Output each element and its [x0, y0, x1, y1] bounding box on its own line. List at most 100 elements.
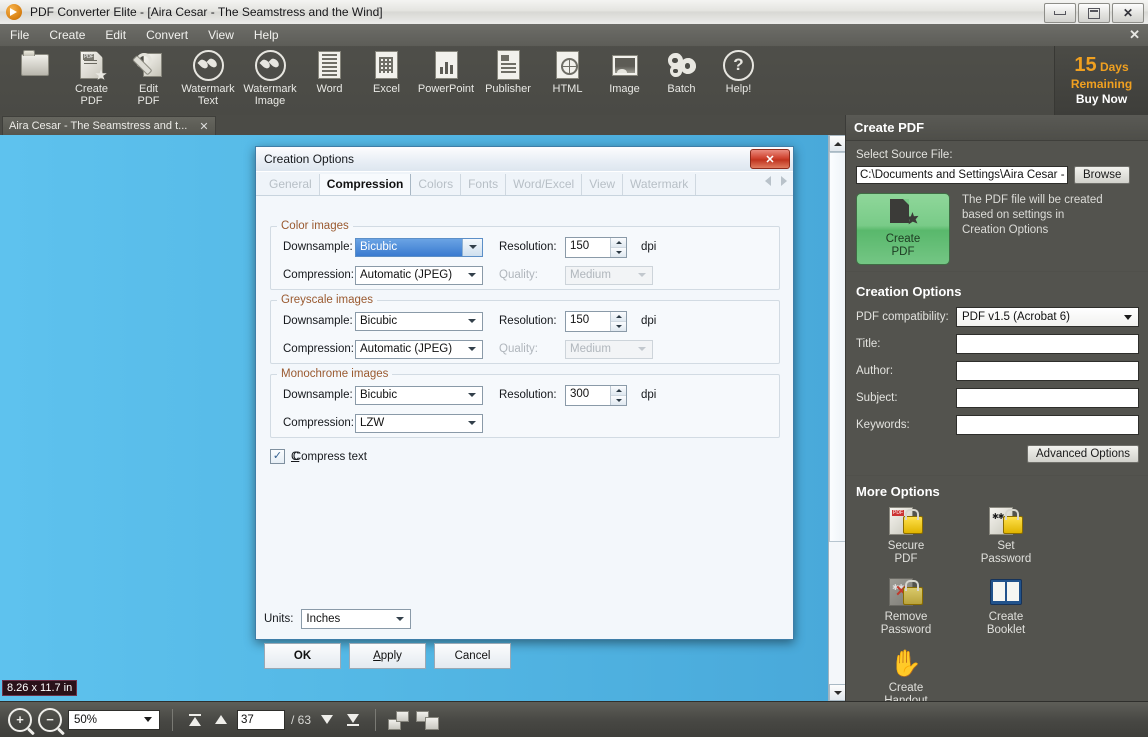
ok-button[interactable]: OK — [264, 643, 341, 669]
first-page-button[interactable] — [185, 709, 205, 731]
tab-general[interactable]: General — [262, 174, 320, 195]
document-tab-close-icon[interactable]: ✕ — [199, 120, 208, 133]
toolbar-open[interactable] — [6, 46, 63, 116]
remove-password-option[interactable]: ✱✱ ✕ Remove Password — [856, 578, 956, 637]
tab-scroll-right-icon[interactable] — [781, 176, 787, 186]
monochrome-downsample-select[interactable]: Bicubic — [355, 385, 483, 405]
author-input[interactable] — [956, 361, 1139, 381]
tab-compression[interactable]: Compression — [319, 174, 412, 195]
maximize-button[interactable] — [1078, 3, 1110, 23]
next-page-button[interactable] — [317, 709, 337, 731]
creation-options-section: Creation Options PDF compatibility: PDF … — [846, 272, 1148, 476]
toolbar-powerpoint-label: PowerPoint — [417, 83, 475, 95]
compress-text-row[interactable]: ✓ CCompress text — [270, 449, 367, 464]
greyscale-downsample-select[interactable]: Bicubic — [355, 311, 483, 331]
scroll-down-button[interactable] — [829, 684, 846, 701]
close-button[interactable]: ✕ — [1112, 3, 1144, 23]
cancel-button[interactable]: Cancel — [434, 643, 511, 669]
menu-convert[interactable]: Convert — [136, 26, 198, 44]
zoom-level-value: 50% — [74, 713, 98, 726]
greyscale-dpi-label: dpi — [641, 315, 657, 327]
zoom-level-select[interactable]: 50% — [68, 709, 160, 730]
close-document-icon[interactable]: ✕ — [1129, 27, 1140, 43]
menu-help[interactable]: Help — [244, 26, 289, 44]
tab-word-excel[interactable]: Word/Excel — [506, 174, 583, 195]
spinner-up-icon[interactable] — [611, 385, 626, 396]
source-file-input[interactable]: C:\Documents and Settings\Aira Cesar - T… — [856, 166, 1068, 184]
spinner-up-icon[interactable] — [611, 237, 626, 248]
color-compression-select[interactable]: Automatic (JPEG) — [355, 265, 483, 285]
subject-row: Subject: — [856, 388, 1139, 408]
greyscale-compression-select[interactable]: Automatic (JPEG) — [355, 339, 483, 359]
title-input[interactable] — [956, 334, 1139, 354]
remove-password-label-2: Password — [880, 624, 932, 636]
menu-edit[interactable]: Edit — [95, 26, 136, 44]
tab-scroll-left-icon[interactable] — [765, 176, 771, 186]
greyscale-resolution-spinner[interactable]: 150 — [565, 310, 627, 332]
greyscale-quality-select: Medium — [565, 339, 653, 359]
trial-days-word: Days — [1099, 59, 1129, 74]
spinner-down-icon[interactable] — [611, 247, 626, 257]
trial-days: 15 — [1074, 53, 1097, 76]
spinner-down-icon[interactable] — [611, 395, 626, 405]
trial-badge[interactable]: 15 Days Remaining Buy Now — [1054, 46, 1148, 115]
toolbar-excel[interactable]: Excel — [358, 46, 415, 116]
powerpoint-icon — [434, 50, 458, 80]
set-password-option[interactable]: ✱✱ Set Password — [956, 507, 1056, 566]
zoom-in-icon[interactable]: + — [8, 707, 32, 732]
monochrome-compression-select[interactable]: LZW — [355, 413, 483, 433]
tab-colors[interactable]: Colors — [411, 174, 462, 195]
create-booklet-option[interactable]: Create Booklet — [956, 578, 1056, 637]
tab-watermark[interactable]: Watermark — [623, 174, 697, 195]
tab-view[interactable]: View — [582, 174, 624, 195]
buy-now-button[interactable]: Buy Now — [1076, 91, 1127, 107]
chevron-down-icon — [396, 617, 405, 621]
single-page-view-button[interactable] — [388, 710, 410, 730]
toolbar-create-pdf[interactable]: PDF Create PDF — [63, 46, 120, 116]
menu-create[interactable]: Create — [39, 26, 95, 44]
tab-fonts[interactable]: Fonts — [461, 174, 507, 195]
toolbar-powerpoint[interactable]: PowerPoint — [415, 46, 477, 116]
secure-pdf-option[interactable]: PDF Secure PDF — [856, 507, 956, 566]
toolbar-watermark-text[interactable]: Watermark Text — [177, 46, 239, 116]
toolbar-word[interactable]: Word — [301, 46, 358, 116]
advanced-options-button[interactable]: Advanced Options — [1027, 445, 1139, 463]
last-page-button[interactable] — [343, 709, 363, 731]
compress-text-checkbox[interactable]: ✓ — [270, 449, 285, 464]
create-handout-option[interactable]: ✋ Create Handout — [856, 649, 956, 708]
chevron-down-icon — [468, 393, 476, 397]
vertical-scrollbar[interactable] — [828, 135, 846, 701]
spinner-up-icon[interactable] — [611, 311, 626, 322]
browse-button[interactable]: Browse — [1074, 166, 1131, 184]
dialog-close-button[interactable]: ✕ — [750, 149, 790, 169]
units-select[interactable]: Inches — [301, 609, 412, 629]
keywords-input[interactable] — [956, 415, 1139, 435]
toolbar-batch[interactable]: Batch — [653, 46, 710, 116]
toolbar-edit-pdf-label-2: PDF — [137, 95, 160, 107]
toolbar-help[interactable]: ? Help! — [710, 46, 767, 116]
monochrome-resolution-spinner[interactable]: 300 — [565, 384, 627, 406]
apply-button[interactable]: Apply — [349, 643, 426, 669]
menu-file[interactable]: File — [0, 26, 39, 44]
toolbar-edit-pdf[interactable]: Edit PDF — [120, 46, 177, 116]
pdf-compatibility-select[interactable]: PDF v1.5 (Acrobat 6) — [956, 307, 1139, 327]
minimize-button[interactable] — [1044, 3, 1076, 23]
previous-page-button[interactable] — [211, 709, 231, 731]
scrollbar-thumb[interactable] — [829, 152, 846, 542]
color-resolution-spinner[interactable]: 150 — [565, 236, 627, 258]
toolbar-image[interactable]: Image — [596, 46, 653, 116]
page-total-label: / 63 — [291, 712, 312, 727]
zoom-out-icon[interactable]: − — [38, 707, 62, 732]
create-pdf-button[interactable]: Create PDF — [856, 193, 950, 265]
facing-page-view-button[interactable] — [416, 710, 440, 730]
toolbar-watermark-image[interactable]: Watermark Image — [239, 46, 301, 116]
menu-view[interactable]: View — [198, 26, 244, 44]
subject-input[interactable] — [956, 388, 1139, 408]
toolbar-html[interactable]: HTML — [539, 46, 596, 116]
scroll-up-button[interactable] — [829, 135, 846, 152]
spinner-down-icon[interactable] — [611, 321, 626, 331]
color-downsample-select[interactable]: Bicubic — [355, 237, 483, 257]
toolbar-publisher[interactable]: Publisher — [477, 46, 539, 116]
document-tab[interactable]: Aira Cesar - The Seamstress and t... ✕ — [2, 116, 216, 135]
page-number-input[interactable]: 37 — [237, 709, 285, 730]
